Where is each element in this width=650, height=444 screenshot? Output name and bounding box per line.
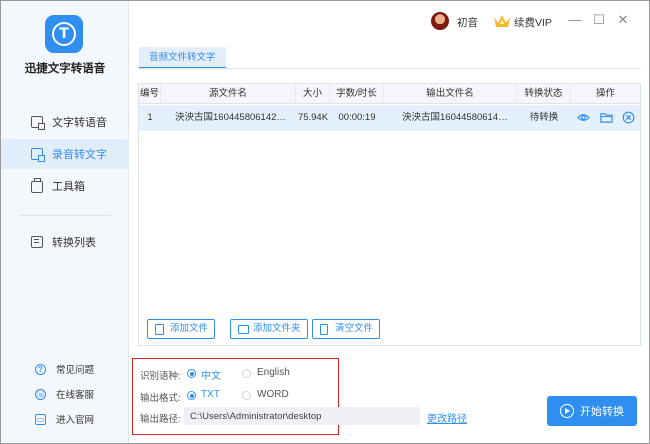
col-source: 源文件名	[161, 84, 296, 104]
app-window: T 迅捷文字转语音 文字转语音 录音转文字 工具箱 转换列表 ? 常见问题 ☏ …	[0, 0, 650, 444]
sidebar-item-text-to-speech[interactable]: 文字转语音	[1, 107, 129, 137]
col-duration: 字数/时长	[330, 84, 384, 104]
add-file-button[interactable]: 添加文件	[147, 319, 216, 339]
preview-eye-icon[interactable]	[577, 111, 590, 124]
add-folder-label: 添加文件夹	[253, 323, 301, 334]
col-status: 转换状态	[517, 84, 571, 104]
row-status: 待转换	[529, 112, 559, 123]
add-folder-button[interactable]: 添加文件夹	[230, 319, 308, 339]
trash-icon	[320, 324, 328, 335]
add-file-icon	[155, 324, 164, 335]
file-table: 编号 源文件名 大小 字数/时长 输出文件名 转换状态 操作 1 泱泱古国160…	[138, 83, 641, 346]
start-convert-label: 开始转换	[580, 406, 624, 418]
sidebar-item-label: 文字转语音	[52, 117, 107, 129]
language-radio-english[interactable]	[242, 369, 251, 378]
website-link[interactable]: ▭ 进入官网	[35, 412, 94, 426]
row-index: 1	[147, 112, 153, 123]
row-actions	[577, 111, 635, 125]
table-header: 编号 源文件名 大小 字数/时长 输出文件名 转换状态 操作	[139, 84, 640, 104]
headset-icon: ☏	[35, 388, 47, 400]
clear-files-label: 清空文件	[335, 323, 374, 334]
maximize-button[interactable]: ☐	[592, 13, 606, 27]
avatar[interactable]	[431, 12, 449, 30]
sidebar-item-label: 录音转文字	[52, 149, 107, 161]
open-folder-icon[interactable]	[599, 111, 613, 124]
online-support-label: 在线客服	[56, 390, 95, 401]
app-logo: T	[45, 15, 83, 53]
audio-to-text-icon	[31, 148, 45, 162]
language-chinese-label[interactable]: 中文	[201, 367, 221, 382]
text-to-speech-icon	[31, 116, 45, 130]
delete-circle-x-icon[interactable]	[622, 111, 635, 124]
row-output-file: 泱泱古国1604458061420.txt	[402, 112, 510, 123]
renew-vip-button[interactable]: 续费VIP	[514, 15, 552, 30]
sidebar-item-toolbox[interactable]: 工具箱	[1, 171, 129, 201]
sidebar-item-label: 工具箱	[52, 181, 85, 193]
conversion-list-icon	[31, 236, 43, 248]
website-link-label: 进入官网	[56, 415, 95, 426]
col-actions: 操作	[595, 88, 615, 99]
sidebar-item-label: 转换列表	[52, 237, 96, 249]
col-size: 大小	[296, 84, 330, 104]
help-link-label: 常见问题	[56, 365, 95, 376]
change-path-link[interactable]: 更改路径	[427, 410, 467, 425]
help-link[interactable]: ? 常见问题	[35, 362, 94, 376]
path-label: 输出路径:	[140, 414, 181, 425]
app-title: 迅捷文字转语音	[24, 63, 106, 75]
logo-glyph: T	[59, 26, 69, 42]
vip-crown-icon	[494, 15, 510, 27]
format-word-label[interactable]: WORD	[257, 389, 289, 400]
user-name[interactable]: 初音	[457, 15, 478, 30]
close-button[interactable]: ✕	[616, 13, 630, 27]
format-txt-label[interactable]: TXT	[201, 389, 220, 400]
col-output: 输出文件名	[384, 84, 517, 104]
tab-audio-to-text[interactable]: 音频文件转文字	[139, 47, 226, 69]
format-radio-txt[interactable]	[187, 391, 196, 400]
format-radio-word[interactable]	[242, 391, 251, 400]
sidebar: T 迅捷文字转语音 文字转语音 录音转文字 工具箱 转换列表 ? 常见问题 ☏ …	[1, 1, 129, 443]
row-source-file: 泱泱古国1604458061420.mp3	[175, 112, 287, 123]
start-convert-button[interactable]: 开始转换	[547, 396, 637, 426]
website-icon: ▭	[35, 413, 46, 425]
online-support-link[interactable]: ☏ 在线客服	[35, 387, 94, 401]
format-label: 输出格式:	[140, 393, 181, 404]
help-icon: ?	[35, 363, 46, 375]
sidebar-item-audio-to-text[interactable]: 录音转文字	[1, 139, 129, 169]
add-file-label: 添加文件	[170, 323, 209, 334]
toolbox-icon	[31, 178, 43, 193]
language-english-label[interactable]: English	[257, 367, 290, 378]
col-index: 编号	[139, 84, 161, 104]
row-duration: 00:00:19	[338, 112, 376, 123]
add-folder-icon	[238, 325, 249, 334]
sidebar-divider	[19, 215, 111, 216]
table-row[interactable]: 1 泱泱古国1604458061420.mp3 75.94K 00:00:19 …	[139, 105, 640, 131]
clear-files-button[interactable]: 清空文件	[312, 319, 381, 339]
play-icon	[560, 404, 574, 418]
language-label: 识别语种:	[140, 371, 181, 382]
minimize-button[interactable]: —	[568, 13, 582, 27]
sidebar-item-conversion-list[interactable]: 转换列表	[1, 227, 129, 257]
row-size: 75.94K	[297, 112, 329, 123]
language-radio-chinese[interactable]	[187, 369, 196, 378]
tab-underline	[138, 68, 641, 69]
output-path-field[interactable]	[184, 407, 420, 425]
